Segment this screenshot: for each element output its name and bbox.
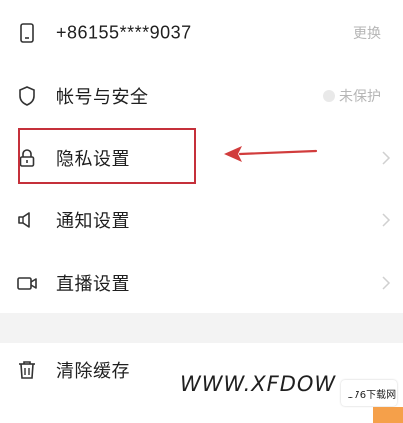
phone-number-label: +86155****9037 [56, 22, 192, 43]
chevron-right-icon [382, 276, 391, 290]
notification-settings-label: 通知设置 [56, 211, 130, 231]
account-security-label: 帐号与安全 [56, 87, 149, 107]
change-phone-value: 更换 [353, 25, 381, 41]
privacy-highlight-box [18, 128, 196, 184]
site-logo: 176下载网 [341, 380, 397, 406]
settings-row-live[interactable]: 直播设置 [0, 253, 403, 313]
orange-corner-tab [373, 407, 403, 423]
annotation-arrow-icon [224, 146, 318, 162]
shield-icon [19, 86, 35, 106]
live-settings-label: 直播设置 [56, 274, 130, 294]
status-dot-icon [323, 90, 335, 102]
settings-row-phone[interactable]: +86155****9037 更换 [0, 3, 403, 63]
phone-icon [20, 23, 34, 43]
settings-row-account-security[interactable]: 帐号与安全 未保护 [0, 66, 403, 126]
chevron-right-icon [382, 213, 391, 227]
site-watermark: WWW.XFDOW [180, 372, 337, 396]
camera-icon [17, 277, 37, 290]
section-divider [0, 313, 403, 343]
speaker-icon [18, 212, 30, 228]
settings-row-notifications[interactable]: 通知设置 [0, 190, 403, 250]
chevron-right-icon [382, 151, 391, 165]
protection-status-text: 未保护 [339, 88, 381, 104]
clear-cache-label: 清除缓存 [56, 361, 130, 381]
trash-icon [19, 361, 35, 379]
protection-status: 未保护 [323, 86, 381, 106]
